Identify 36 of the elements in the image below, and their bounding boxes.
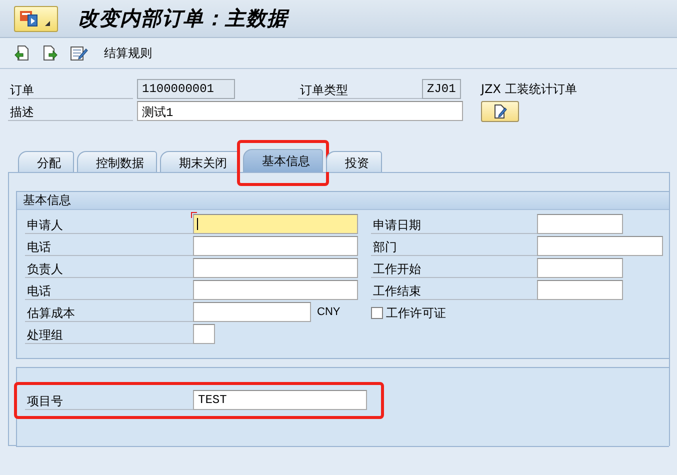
caret-icon [45,21,50,26]
checkbox[interactable] [371,307,383,319]
input-field[interactable] [537,258,623,278]
input-field[interactable] [537,214,623,234]
checkbox-label: 工作许可证 [386,304,446,322]
input-field[interactable] [537,236,663,256]
input-field[interactable] [193,280,358,300]
description-field[interactable]: 测试1 [137,101,463,121]
currency-label: CNY [317,306,340,318]
input-field[interactable] [193,214,358,234]
input-field[interactable] [537,280,623,300]
input-field[interactable] [193,302,311,322]
window-title: 改变内部订单：主数据 [78,5,288,32]
tab[interactable]: 分配 [18,151,74,172]
tab[interactable]: 基本信息 [243,149,323,172]
next-page-icon[interactable] [42,45,58,61]
input-field[interactable] [193,236,358,256]
system-menu-button[interactable] [14,6,58,32]
input-field[interactable] [193,324,215,344]
tab[interactable]: 投资 [326,151,382,172]
settlement-rule-button[interactable]: 结算规则 [102,42,154,64]
tab[interactable]: 控制数据 [77,151,157,172]
previous-page-icon[interactable] [14,45,30,61]
tab[interactable]: 期末关闭 [160,151,240,172]
input-field[interactable] [193,258,358,278]
input-field[interactable]: TEST [193,390,367,410]
field-label: 描述 [8,101,133,121]
order-number-field: 1100000001 [137,79,235,99]
edit-document-icon [492,104,508,118]
order-type-description: JZX 工装统计订单 [479,80,578,98]
order-type-field: ZJ01 [422,79,461,99]
group-title: 基本信息 [17,192,669,210]
edit-document-icon[interactable] [70,45,88,61]
field-label: 订单 [8,79,133,99]
edit-text-button[interactable] [481,100,519,122]
menu-icon [19,10,39,28]
